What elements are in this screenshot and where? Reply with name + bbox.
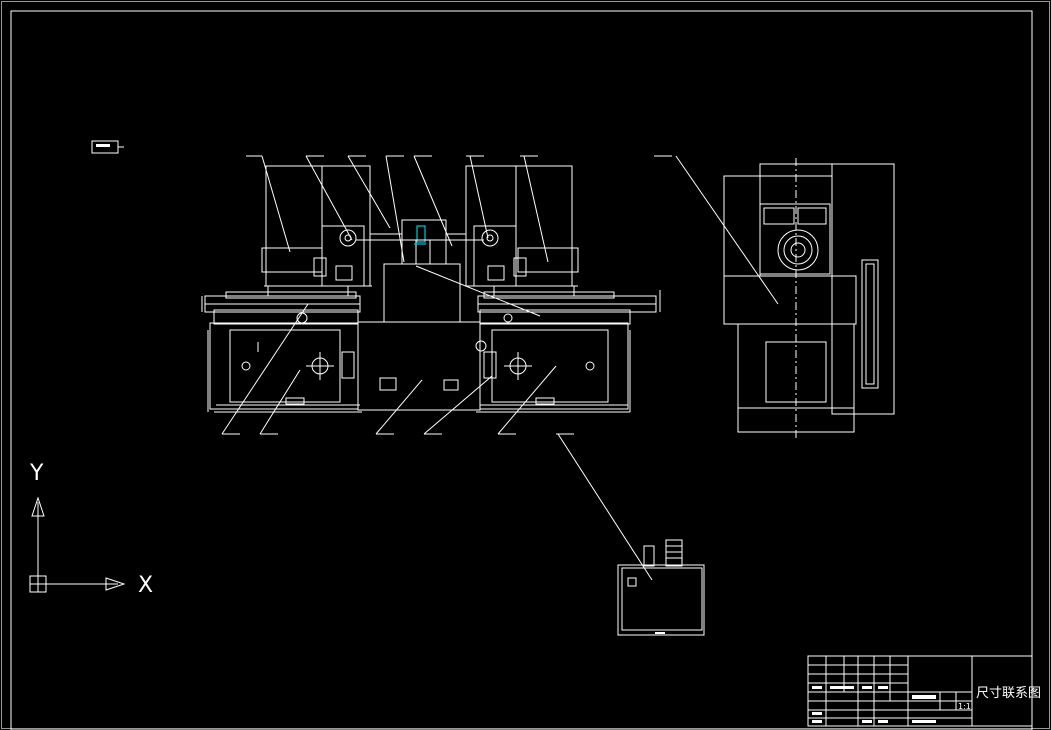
ucs-x-label: X [138,573,153,598]
scale-symbol [91,140,124,154]
drawing-scale: 1:1 [958,702,971,711]
ucs-axis-icon [29,496,126,593]
hydraulic-unit[interactable] [617,539,705,636]
ucs-y-label: Y [29,461,44,486]
front-view[interactable] [201,165,661,413]
hydraulic-unit-leader [556,433,653,581]
side-view[interactable] [723,158,895,440]
drawing-title: 尺寸联系图 [976,686,1041,701]
cad-model-space[interactable]: Y X 尺寸联系图 1:1 [0,0,1051,730]
front-view-leaders [221,155,557,435]
side-view-leader [654,155,779,305]
cad-drawing-canvas[interactable]: Y X 尺寸联系图 1:1 [0,0,1051,730]
